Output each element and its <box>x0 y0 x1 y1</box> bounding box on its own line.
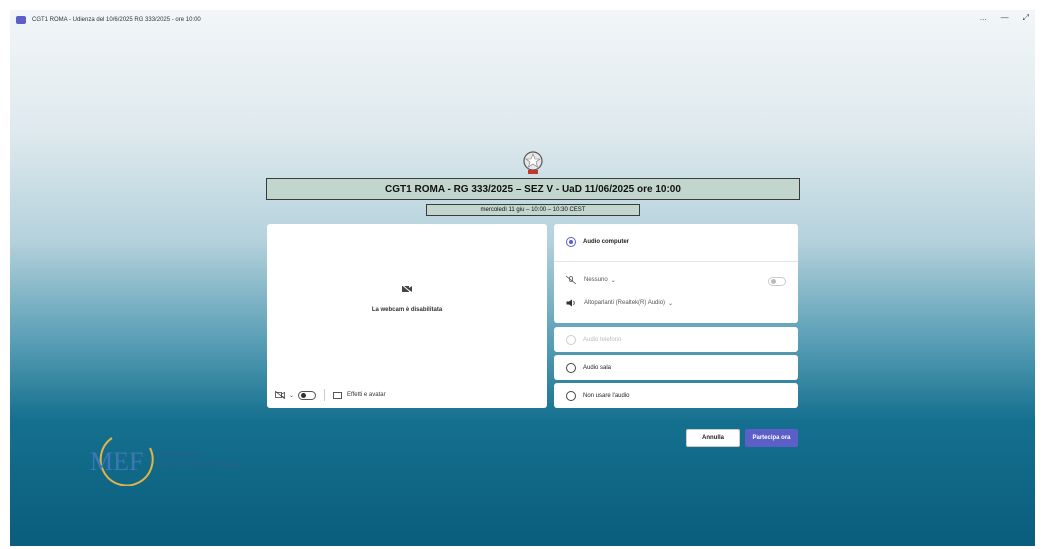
meeting-time-banner: mercoledì 11 giu – 10:00 – 10:30 CEST <box>426 204 640 216</box>
teams-prejoin-window: CGT1 ROMA - Udienza del 10/6/2025 RG 333… <box>10 10 1035 546</box>
no-audio-radio[interactable] <box>566 390 576 401</box>
microphone-selector[interactable]: Nessuno ⌄ <box>566 276 616 284</box>
audio-telefono-label: Audio telefono <box>583 336 622 343</box>
mef-department-text: Dipartimento della Giustizia Tributaria <box>156 450 241 470</box>
audio-computer-option[interactable]: Audio computer <box>554 224 798 260</box>
speaker-chevron-icon: ⌄ <box>668 300 674 307</box>
camera-options-chevron-icon[interactable]: ⌄ <box>289 392 294 399</box>
camera-toggle[interactable] <box>298 390 317 400</box>
audio-computer-panel: Audio computer Nessuno ⌄ Altoparlanti (R… <box>554 224 798 323</box>
camera-off-message: La webcam è disabilitata <box>267 284 547 316</box>
audio-computer-label: Audio computer <box>583 239 629 245</box>
no-audio-label: Non usare l'audio <box>583 392 630 399</box>
microphone-chevron-icon: ⌄ <box>610 277 616 284</box>
speaker-selector[interactable]: Altoparlanti (Realtek(R) Audio) ⌄ <box>566 299 673 307</box>
camera-off-icon <box>401 284 413 294</box>
mef-line-1: Dipartimento <box>156 450 202 459</box>
audio-sala-label: Audio sala <box>583 364 612 371</box>
cancel-button[interactable]: Annulla <box>686 429 740 447</box>
video-controls: ⌄ Effetti e avatar <box>275 388 539 402</box>
meeting-title-banner: CGT1 ROMA - RG 333/2025 – SEZ V - UaD 11… <box>266 178 800 200</box>
teams-app-icon <box>16 16 26 24</box>
microphone-toggle[interactable] <box>768 277 786 286</box>
join-now-button[interactable]: Partecipa ora <box>745 429 798 447</box>
minimize-button[interactable]: — <box>1001 13 1009 23</box>
speaker-icon <box>566 299 575 307</box>
microphone-name: Nessuno <box>584 277 608 283</box>
speaker-name: Altoparlanti (Realtek(R) Audio) <box>584 300 666 306</box>
audio-computer-radio[interactable] <box>566 237 576 247</box>
mef-mark: MEF <box>90 447 143 476</box>
italian-emblem-icon <box>523 151 543 174</box>
camera-icon[interactable] <box>275 391 285 399</box>
microphone-muted-icon <box>566 276 576 284</box>
title-bar: CGT1 ROMA - Udienza del 10/6/2025 RG 333… <box>10 10 1035 30</box>
camera-disabled-label: La webcam è disabilitata <box>371 307 443 313</box>
audio-telefono-radio <box>566 334 576 345</box>
effects-and-avatars-button[interactable]: Effetti e avatar <box>347 392 386 398</box>
window-controls: ... — ⤢ <box>980 13 1029 23</box>
audio-divider <box>554 261 798 262</box>
audio-sala-radio[interactable] <box>566 362 576 373</box>
controls-divider <box>324 389 326 401</box>
mef-line-2: della Giustizia Tributaria <box>156 460 242 469</box>
audio-sala-option[interactable]: Audio sala <box>554 355 798 380</box>
more-options-button[interactable]: ... <box>980 13 987 23</box>
effects-icon[interactable] <box>333 391 343 399</box>
no-audio-option[interactable]: Non usare l'audio <box>554 383 798 408</box>
video-preview-panel: La webcam è disabilitata ⌄ Effetti e ava… <box>267 224 547 408</box>
maximize-button[interactable]: ⤢ <box>1023 13 1029 23</box>
audio-telefono-option: Audio telefono <box>554 327 798 352</box>
window-title: CGT1 ROMA - Udienza del 10/6/2025 RG 333… <box>32 17 201 23</box>
